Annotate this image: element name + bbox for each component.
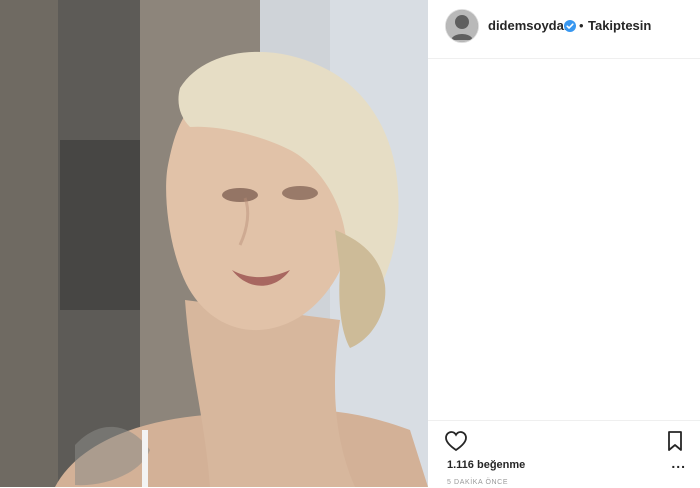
action-bar: 1.116 beğenme ... 5 DAKİKA ÖNCE <box>428 420 700 488</box>
more-options-icon[interactable]: ... <box>671 455 686 471</box>
heart-icon[interactable] <box>444 430 468 452</box>
post-photo[interactable] <box>0 0 428 487</box>
post-header: didemsoydan • Takiptesin <box>428 0 700 59</box>
separator-dot: • <box>579 18 584 33</box>
post-sidebar: didemsoydan • Takiptesin 1.116 beğenme .… <box>428 0 700 487</box>
follow-status[interactable]: Takiptesin <box>588 18 651 33</box>
bookmark-icon[interactable] <box>666 430 684 452</box>
verified-badge-icon <box>564 19 576 32</box>
likes-count[interactable]: 1.116 beğenme <box>447 459 525 471</box>
username[interactable]: didemsoydan <box>488 18 572 33</box>
post-timestamp: 5 DAKİKA ÖNCE <box>447 479 509 486</box>
avatar[interactable] <box>446 10 478 42</box>
